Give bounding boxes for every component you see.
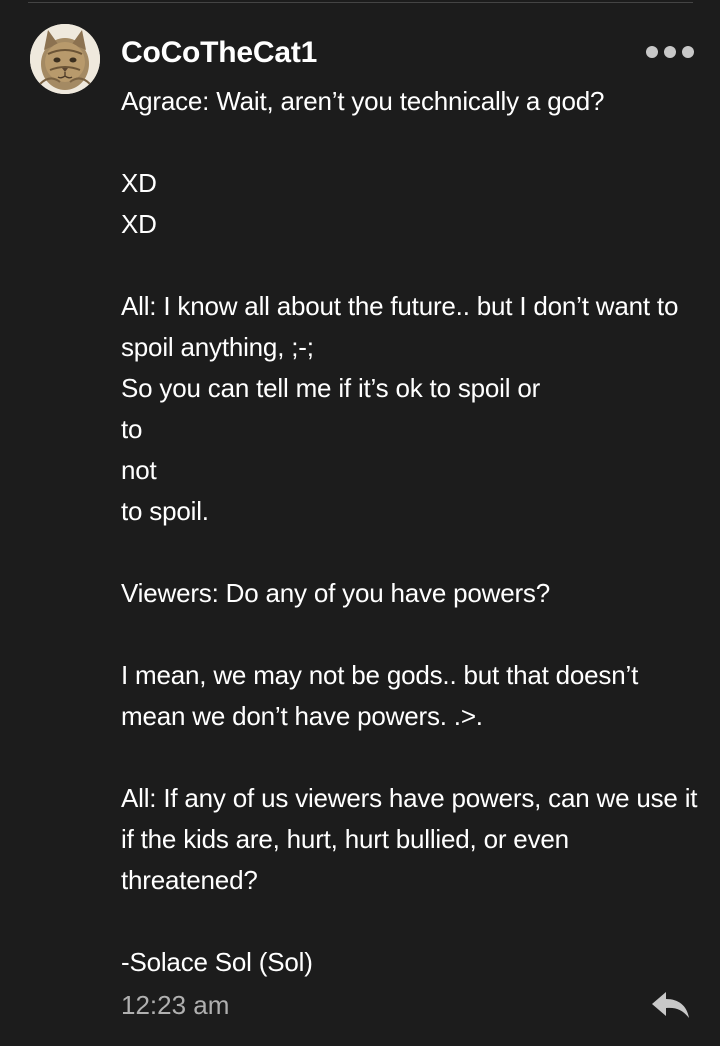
- more-options-button[interactable]: [646, 40, 694, 64]
- timestamp: 12:23 am: [121, 990, 230, 1020]
- cat-avatar-icon: [30, 24, 100, 94]
- comment-body: Agrace: Wait, aren’t you technically a g…: [121, 86, 698, 977]
- username[interactable]: CoCoTheCat1: [121, 34, 317, 72]
- more-options-dot: [682, 46, 694, 58]
- more-options-dot: [664, 46, 676, 58]
- reply-arrow-icon: [652, 992, 689, 1018]
- reply-button[interactable]: [648, 988, 692, 1022]
- user-avatar[interactable]: [30, 24, 100, 94]
- more-options-dot: [646, 46, 658, 58]
- top-divider: [28, 2, 693, 3]
